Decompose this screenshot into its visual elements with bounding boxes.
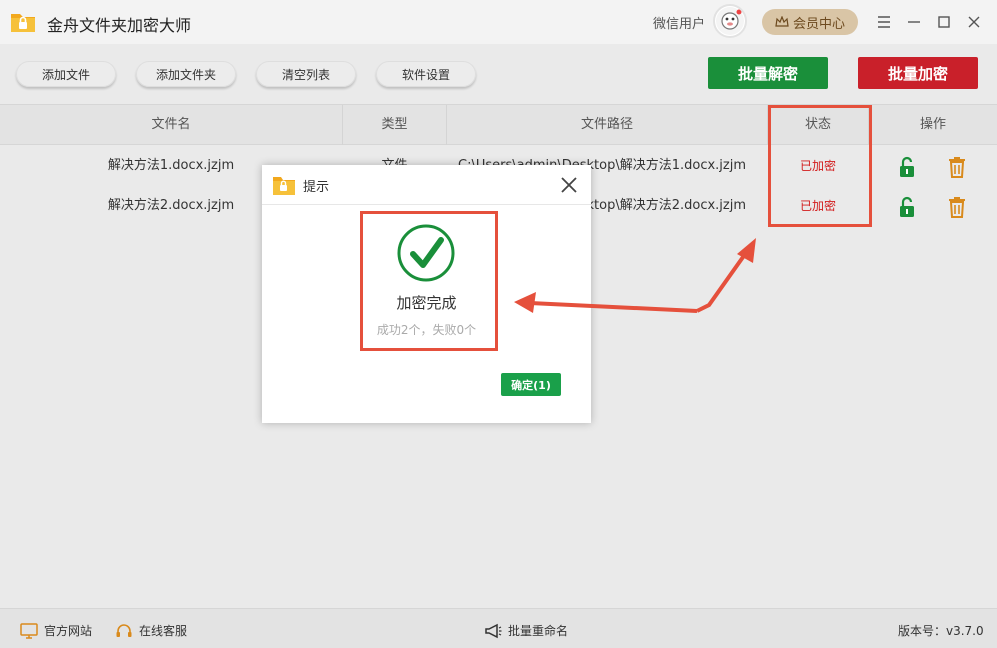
monitor-icon	[20, 622, 38, 639]
official-website-link[interactable]: 官方网站	[20, 622, 92, 639]
header-actions: 操作	[919, 117, 946, 132]
unlock-icon[interactable]	[897, 196, 917, 218]
app-title: 金舟文件夹加密大师	[47, 16, 192, 35]
trash-icon[interactable]	[947, 196, 967, 218]
version-label: 版本号：v3.7.0	[898, 624, 984, 638]
crown-icon	[775, 16, 789, 27]
close-icon[interactable]	[558, 174, 580, 196]
minimize-icon	[908, 21, 920, 23]
batch-rename-label: 批量重命名	[508, 624, 569, 638]
batch-encrypt-button[interactable]: 批量加密	[858, 57, 978, 89]
vip-label: 会员中心	[792, 16, 845, 32]
headset-icon	[116, 623, 132, 637]
toolbar: 添加文件 添加文件夹 清空列表 软件设置 批量解密 批量加密	[0, 44, 997, 104]
add-folder-button[interactable]: 添加文件夹	[136, 61, 236, 87]
maximize-button[interactable]	[933, 11, 955, 33]
menu-icon	[878, 16, 890, 28]
trash-icon[interactable]	[947, 156, 967, 178]
ok-button[interactable]: 确定(1)	[501, 373, 561, 396]
add-file-button[interactable]: 添加文件	[16, 61, 116, 87]
official-website-label: 官方网站	[44, 624, 93, 638]
menu-button[interactable]	[873, 11, 895, 33]
avatar[interactable]	[713, 4, 747, 38]
minimize-button[interactable]	[903, 11, 925, 33]
vip-center-button[interactable]: 会员中心	[762, 9, 858, 35]
folder-lock-icon	[11, 14, 35, 32]
status-highlight-box	[768, 105, 872, 227]
arrow-head	[737, 238, 756, 263]
avatar-icon	[716, 7, 744, 35]
batch-decrypt-button[interactable]: 批量解密	[708, 57, 828, 89]
batch-rename-link[interactable]: 批量重命名	[484, 622, 568, 639]
dialog-header: 提示	[262, 165, 591, 205]
unlock-icon[interactable]	[897, 156, 917, 178]
result-highlight-box	[360, 211, 498, 351]
header-filename: 文件名	[151, 117, 191, 132]
settings-button[interactable]: 软件设置	[376, 61, 476, 87]
title-bar: 金舟文件夹加密大师 微信用户 会员中心	[0, 0, 997, 44]
clear-list-button[interactable]: 清空列表	[256, 61, 356, 87]
folder-lock-icon	[273, 177, 295, 195]
arrow-line	[696, 248, 750, 313]
dialog-title: 提示	[303, 180, 330, 195]
status-bar: 官方网站 在线客服 批量重命名 版本号：v3.7.0	[0, 608, 997, 648]
close-icon	[968, 16, 980, 28]
online-support-link[interactable]: 在线客服	[115, 622, 187, 639]
close-button[interactable]	[963, 11, 985, 33]
header-type: 类型	[381, 117, 408, 132]
megaphone-icon	[485, 623, 502, 638]
user-name[interactable]: 微信用户	[653, 13, 705, 32]
header-path: 文件路径	[580, 117, 633, 132]
online-support-label: 在线客服	[139, 624, 188, 638]
maximize-icon	[938, 16, 950, 28]
